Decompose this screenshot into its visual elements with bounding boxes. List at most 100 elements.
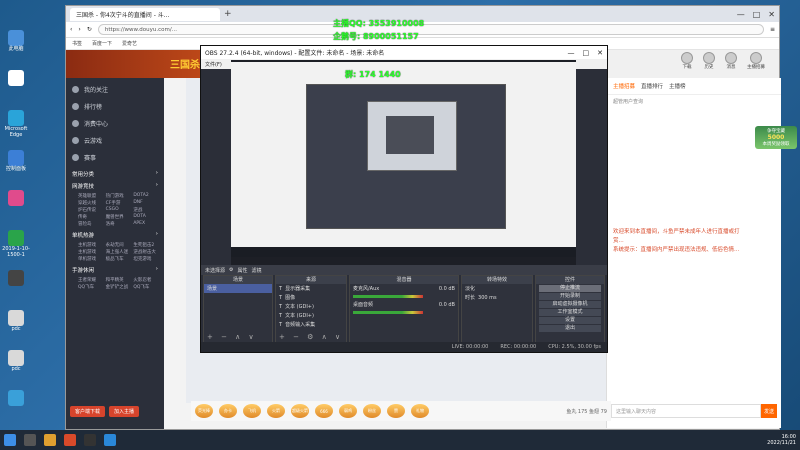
address-bar[interactable]: https://www.douyu.com/... <box>97 24 764 35</box>
sidebar-game-link[interactable]: DOTA <box>133 214 158 220</box>
gift-icon[interactable]: 飞机 <box>243 404 261 418</box>
browser-tab[interactable]: 三国杀 - 你4次宁斗的直播间 - 斗... <box>70 7 220 21</box>
tab-anchor-list[interactable]: 主播榜 <box>669 82 686 90</box>
maximize-icon[interactable]: □ <box>583 49 590 57</box>
obs-taskbar-icon[interactable] <box>84 434 96 446</box>
refresh-icon[interactable]: ↻ <box>87 26 92 33</box>
new-tab-icon[interactable]: + <box>224 9 232 19</box>
obs-control-button[interactable]: 启动虚拟摄像机 <box>539 301 601 308</box>
sidebar-item[interactable]: 赛事 <box>72 149 158 166</box>
bookmark-item[interactable]: 百度一下 <box>92 40 112 47</box>
sidebar-item[interactable]: 云游戏 <box>72 132 158 149</box>
sidebar-item[interactable]: 我的关注 <box>72 81 158 98</box>
sidebar-game-link[interactable]: 生死狙击2 <box>133 242 158 248</box>
volume-meter[interactable] <box>353 311 423 314</box>
sidebar-game-link[interactable]: 火影忍者 <box>133 277 158 283</box>
sidebar-game-link[interactable]: 传奇 <box>78 214 103 220</box>
sidebar-game-link[interactable]: 永劫无间 <box>106 242 131 248</box>
start-icon[interactable] <box>4 434 16 446</box>
sidebar-item[interactable]: 排行榜 <box>72 98 158 115</box>
message-icon[interactable]: 消息 <box>725 52 737 70</box>
site-logo[interactable]: 三国杀 <box>170 56 200 71</box>
gift-icon[interactable]: 赞 <box>387 404 405 418</box>
back-icon[interactable]: ‹ <box>70 26 72 33</box>
filters-button[interactable]: 滤镜 <box>252 267 262 274</box>
download-client-button[interactable]: 客户端下载 <box>70 406 106 417</box>
sidebar-game-link[interactable]: 金铲铲之战 <box>106 284 131 290</box>
obs-control-button[interactable]: 开始录制 <box>539 293 601 300</box>
desktop-icon[interactable]: 2019-1-10-1500-1 <box>2 230 30 264</box>
scene-item[interactable]: 场景 <box>204 284 272 293</box>
sidebar-game-link[interactable]: 炉石传说 <box>78 207 103 213</box>
desktop-icon[interactable] <box>2 270 30 304</box>
close-icon[interactable]: ✕ <box>768 10 775 19</box>
sidebar-game-link[interactable]: APEX <box>133 221 158 227</box>
sidebar-item[interactable]: 消费中心 <box>72 115 158 132</box>
desktop-icon[interactable]: 控制面板 <box>2 150 30 184</box>
desktop-icon[interactable] <box>2 70 30 104</box>
sidebar-game-link[interactable]: 主机游戏 <box>78 242 103 248</box>
promo-column[interactable]: 争夺宝藏 5000 本周奖励领取 <box>755 126 797 152</box>
sidebar-section-title[interactable]: 单机热游 › <box>72 231 158 239</box>
source-item[interactable]: T 图像 <box>276 293 346 302</box>
forward-icon[interactable]: › <box>78 26 80 33</box>
sidebar-game-link[interactable]: 坦克游戏 <box>133 256 158 262</box>
desktop-icon[interactable]: Microsoft Edge <box>2 110 30 144</box>
source-controls[interactable]: + − ⚙ ∧ ∨ <box>279 333 343 341</box>
maximize-icon[interactable]: □ <box>753 10 761 19</box>
sidebar-game-link[interactable]: QQ飞车 <box>78 284 103 290</box>
clock[interactable]: 16:00 2022/11/21 <box>767 434 796 446</box>
history-icon[interactable]: 历史 <box>703 52 715 70</box>
sidebar-section-title[interactable]: 手游休闲 › <box>72 266 158 274</box>
gift-icon[interactable]: 666 <box>315 404 333 418</box>
download-icon[interactable]: 下载 <box>681 52 693 70</box>
sidebar-game-link[interactable]: 魔兽世界 <box>106 214 131 220</box>
gift-icon[interactable]: 办卡 <box>219 404 237 418</box>
gift-icon[interactable]: 粉丝 <box>363 404 381 418</box>
anchor-recruit-icon[interactable]: 主播招募 <box>747 52 765 70</box>
desktop-icon[interactable]: pdc <box>2 310 30 344</box>
promo-banner[interactable]: 争夺宝藏 5000 本周奖励领取 <box>755 126 797 149</box>
search-icon[interactable] <box>24 434 36 446</box>
sidebar-game-link[interactable]: 逆战 <box>133 207 158 213</box>
obs-control-button[interactable]: 工作室模式 <box>539 309 601 316</box>
tab-live-rank[interactable]: 直播排行 <box>641 82 663 90</box>
gear-icon[interactable]: ⚙ <box>229 267 233 273</box>
bookmark-item[interactable]: 书签 <box>72 40 82 47</box>
sidebar-game-link[interactable]: CSGO <box>106 207 131 213</box>
sidebar-game-link[interactable]: 极品飞车 <box>106 256 131 262</box>
sidebar-game-link[interactable]: 冒险岛 <box>78 221 103 227</box>
volume-meter[interactable] <box>353 295 423 298</box>
sidebar-game-link[interactable]: 和平精英 <box>106 277 131 283</box>
menu-icon[interactable]: ≡ <box>770 26 775 33</box>
sidebar-game-link[interactable]: 英雄联盟 <box>78 193 103 199</box>
source-item[interactable]: T 文本 (GDI+) <box>276 311 346 320</box>
sidebar-game-link[interactable]: DNF <box>133 200 158 206</box>
sidebar-game-link[interactable]: 逆战射击大 <box>133 249 158 255</box>
gift-icon[interactable]: 火箭 <box>267 404 285 418</box>
sidebar-game-link[interactable]: CF手游 <box>106 200 131 206</box>
desktop-icon[interactable]: 此电脑 <box>2 30 30 64</box>
transition-select[interactable]: 淡化 <box>462 284 532 293</box>
become-anchor-button[interactable]: 加入主播 <box>109 406 140 417</box>
app-taskbar-icon[interactable] <box>104 434 116 446</box>
browser-taskbar-icon[interactable] <box>64 434 76 446</box>
obs-control-button[interactable]: 停止推流 <box>539 285 601 292</box>
obs-control-button[interactable]: 退出 <box>539 325 601 332</box>
chat-input[interactable]: 这里输入聊天内容 <box>611 404 761 418</box>
obs-preview[interactable] <box>231 60 576 265</box>
sidebar-game-link[interactable]: 单机游戏 <box>78 256 103 262</box>
sidebar-game-link[interactable]: 穿越火线 <box>78 200 103 206</box>
sidebar-game-link[interactable]: 热门游戏 <box>106 193 131 199</box>
minimize-icon[interactable]: — <box>568 49 575 57</box>
source-item[interactable]: T 音频输入采集 <box>276 320 346 329</box>
properties-button[interactable]: 属性 <box>238 267 248 274</box>
scene-controls[interactable]: + − ∧ ∨ <box>207 333 257 341</box>
sidebar-game-link[interactable]: 海上强人迷 <box>106 249 131 255</box>
obs-control-button[interactable]: 设置 <box>539 317 601 324</box>
sidebar-game-link[interactable]: 主机游戏 <box>78 249 103 255</box>
desktop-icon[interactable]: pdc <box>2 350 30 384</box>
source-item[interactable]: T 文本 (GDI+) <box>276 302 346 311</box>
gift-icon[interactable]: 荧光棒 <box>195 404 213 418</box>
sidebar-game-link[interactable]: 洛奇 <box>106 221 131 227</box>
